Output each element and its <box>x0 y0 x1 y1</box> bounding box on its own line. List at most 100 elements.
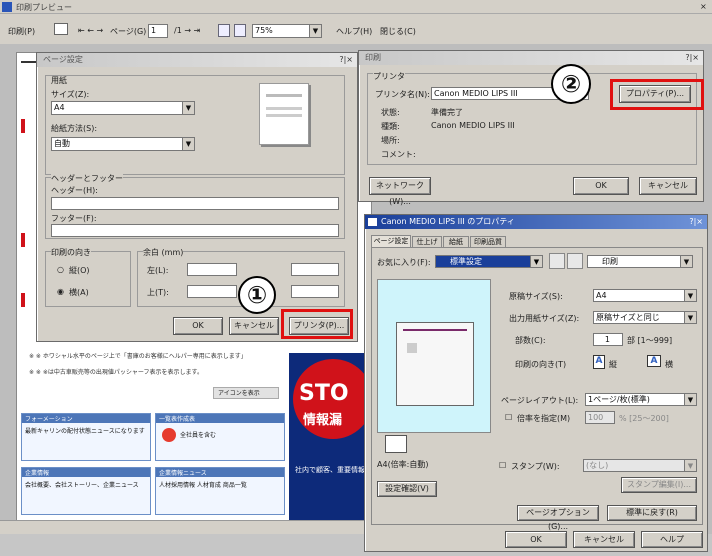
info-box-title: 企業情報 <box>22 468 150 477</box>
poster-note: 社内で顧客、重要情報 <box>295 466 365 474</box>
app-icon <box>2 2 12 12</box>
right-margin-input[interactable] <box>291 263 339 276</box>
page-input[interactable]: 1 <box>148 24 168 38</box>
landscape-icon: A <box>647 355 661 367</box>
layout-label: ページレイアウト(L): <box>501 396 579 405</box>
preview-scrollbar[interactable] <box>0 520 372 534</box>
preview-sheet <box>396 322 474 406</box>
tab-page-setup[interactable]: ページ設定 <box>371 235 411 247</box>
layout-select[interactable]: 1ページ/枚(標準) ▼ <box>585 393 697 406</box>
landscape-radio-icon[interactable]: ◉ <box>57 287 64 296</box>
page-setup-icon[interactable] <box>54 23 68 35</box>
bottom-margin-input[interactable] <box>291 285 339 298</box>
scale-checkbox-label[interactable]: 倍率を指定(M) <box>517 413 570 424</box>
portrait-radio-label[interactable]: 縦(O) <box>69 265 90 276</box>
cancel-button[interactable]: キャンセル <box>573 531 635 548</box>
view-two-page-icon[interactable] <box>234 24 246 37</box>
scale-input[interactable]: 100 <box>585 411 615 424</box>
orientation-label: 印刷の向き(T) <box>515 360 567 369</box>
source-select[interactable]: 自動 ▼ <box>51 137 195 151</box>
app-title-bar: 印刷プレビュー × <box>0 0 712 14</box>
portrait-radio-icon[interactable]: ○ <box>57 265 64 274</box>
where-label: 場所: <box>381 136 400 145</box>
portrait-radio[interactable]: 縦 <box>609 359 617 370</box>
output-size-value: 原稿サイズと同じ <box>596 313 660 322</box>
landscape-radio[interactable]: 横 <box>665 359 673 370</box>
info-box: 企業情報ニュース 人材採用情報 人材育成 商品一覧 <box>155 467 285 515</box>
stamp-edit-button[interactable]: スタンプ編集(I)... <box>621 477 697 493</box>
size-select[interactable]: A4 ▼ <box>51 101 195 115</box>
stamp-value: (なし) <box>586 461 609 470</box>
header-input[interactable] <box>51 197 339 210</box>
landscape-radio-label[interactable]: 横(A) <box>69 287 89 298</box>
printer-icon <box>368 218 377 226</box>
stamp-select[interactable]: (なし) ▼ <box>583 459 697 472</box>
preview-toolbar: 印刷(P) ⇤ ← → ページ(G) 1 /1 → ⇥ 75% ▼ ヘルプ(H)… <box>0 14 712 44</box>
stamp-label[interactable]: スタンプ(W): <box>511 461 560 472</box>
edit-favorite-icon[interactable] <box>567 253 583 269</box>
help-close-icon[interactable]: ?|× <box>689 215 707 229</box>
highlight-printer-button <box>281 309 353 339</box>
chevron-down-icon: ▼ <box>684 394 696 405</box>
paper-group-label: 用紙 <box>51 76 67 85</box>
margins-label: 余白 (mm) <box>143 247 184 258</box>
paper-stack-icon <box>385 435 407 453</box>
copies-stepper[interactable]: 1 <box>593 333 623 346</box>
restore-defaults-button[interactable]: 標準に戻す(R) <box>607 505 697 521</box>
output-size-select[interactable]: 原稿サイズと同じ ▼ <box>593 311 697 324</box>
print-button[interactable]: 印刷(P) <box>8 26 35 37</box>
info-box: フォーメーション 最新キャリンの配付状態ニュースになります <box>21 413 151 461</box>
info-box-title: フォーメーション <box>22 414 150 423</box>
orientation-label: 印刷の向き <box>51 247 91 258</box>
left-margin-input[interactable] <box>187 263 237 276</box>
chevron-down-icon: ▼ <box>684 460 696 471</box>
comment-label: コメント: <box>381 150 416 159</box>
close-preview-button[interactable]: 閉じる(C) <box>380 26 416 37</box>
help-close-icon[interactable]: ?|× <box>685 51 703 65</box>
close-icon[interactable]: × <box>700 2 707 11</box>
view-settings-button[interactable]: 設定確認(V) <box>377 481 437 497</box>
tab-quality[interactable]: 印刷品質 <box>470 236 506 247</box>
output-method-select[interactable]: 印刷 ▼ <box>587 255 693 268</box>
tab-paper-source[interactable]: 給紙 <box>443 236 469 247</box>
app-title: 印刷プレビュー <box>16 3 72 12</box>
size-label: サイズ(Z): <box>51 90 90 99</box>
ok-button[interactable]: OK <box>573 177 629 195</box>
print-title-text: 印刷 <box>365 53 381 62</box>
size-value: A4 <box>54 103 65 112</box>
cancel-button[interactable]: キャンセル <box>639 177 697 195</box>
view-one-page-icon[interactable] <box>218 24 230 37</box>
page-options-button[interactable]: ページオプション(G)... <box>517 505 599 531</box>
paper-caption: A4(倍率:自動) <box>377 460 429 469</box>
footer-input[interactable] <box>51 224 339 237</box>
top-margin-label: 上(T): <box>147 288 169 297</box>
copies-label: 部数(C): <box>515 336 546 345</box>
favorites-select[interactable]: 標準設定 ▼ <box>435 255 543 268</box>
info-box-text: 最新キャリンの配付状態ニュースになります <box>25 428 145 435</box>
info-box-text: 全社員を含む <box>180 432 217 439</box>
cancel-button[interactable]: キャンセル <box>229 317 279 335</box>
properties-title-text: Canon MEDIO LIPS III のプロパティ <box>381 217 515 226</box>
type-value: Canon MEDIO LIPS III <box>431 121 515 130</box>
tab-finishing[interactable]: 仕上げ <box>412 236 442 247</box>
stamp-checkbox-icon[interactable]: ☐ <box>499 461 506 470</box>
network-button[interactable]: ネットワーク(W)... <box>369 177 431 206</box>
help-button[interactable]: ヘルプ(H) <box>336 26 372 37</box>
add-favorite-icon[interactable] <box>549 253 565 269</box>
ok-button[interactable]: OK <box>173 317 223 335</box>
ok-button[interactable]: OK <box>505 531 567 548</box>
chevron-down-icon: ▼ <box>182 102 194 114</box>
lightbulb-icon <box>162 428 176 442</box>
orientation-group <box>45 251 131 307</box>
page-setup-dialog: ページ設定 ?|× 用紙 サイズ(Z): A4 ▼ 給紙方法(S): 自動 ▼ … <box>36 52 358 342</box>
page-nav-icon[interactable]: /1 → ⇥ <box>174 26 200 35</box>
help-button[interactable]: ヘルプ <box>641 531 703 548</box>
red-sidebar-marker-3 <box>21 293 25 307</box>
scale-checkbox-icon[interactable]: ☐ <box>505 413 512 422</box>
zoom-select[interactable]: 75% ▼ <box>252 24 322 38</box>
status-value: 準備完了 <box>431 108 463 117</box>
paper-size-select[interactable]: A4 ▼ <box>593 289 697 302</box>
help-close-icon[interactable]: ?|× <box>339 53 357 67</box>
nav-arrows-icon[interactable]: ⇤ ← → <box>78 26 103 35</box>
top-margin-input[interactable] <box>187 285 237 298</box>
